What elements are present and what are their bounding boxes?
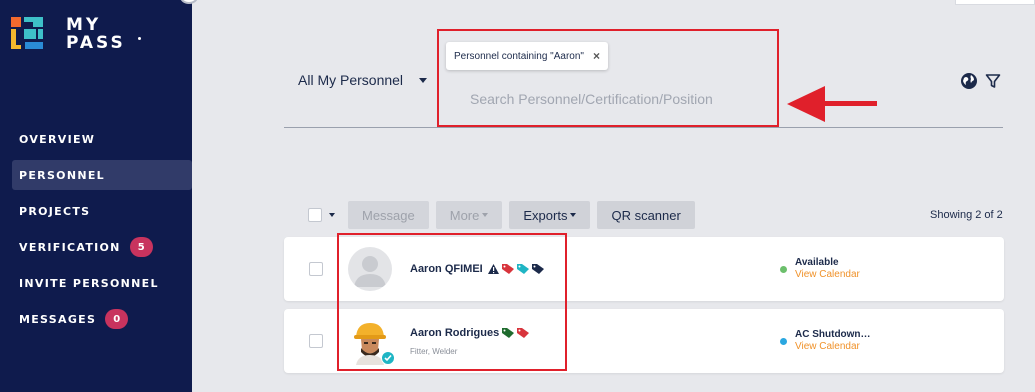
- sidebar-item-label: PERSONNEL: [19, 168, 105, 182]
- sidebar: MY PASS OVERVIEW PERSONNEL PROJECTS VERI…: [0, 0, 192, 392]
- mypass-logo[interactable]: MY PASS: [11, 15, 141, 55]
- list-toolbar: Message More Exports QR scanner: [308, 201, 702, 229]
- sidebar-item-messages[interactable]: MESSAGES 0: [12, 304, 192, 334]
- annotation-arrow-icon: [787, 86, 877, 122]
- filter-icon[interactable]: [985, 73, 1001, 89]
- annotation-highlight-results: [337, 233, 567, 371]
- header-divider: [284, 127, 1003, 128]
- annotation-highlight-search: [437, 29, 779, 127]
- view-calendar-link[interactable]: View Calendar: [795, 341, 860, 352]
- qr-scanner-button[interactable]: QR scanner: [597, 201, 695, 229]
- status-dot: [780, 338, 787, 345]
- logo-line1: MY: [66, 15, 102, 35]
- more-button[interactable]: More: [435, 201, 503, 229]
- sidebar-item-label: INVITE PERSONNEL: [19, 276, 159, 290]
- sidebar-item-overview[interactable]: OVERVIEW: [12, 124, 192, 154]
- chevron-down-icon: [482, 213, 489, 217]
- select-all-checkbox[interactable]: [308, 208, 322, 222]
- exports-button-label: Exports: [523, 207, 568, 223]
- logo-line2: PASS: [66, 33, 126, 53]
- result-count: Showing 2 of 2: [930, 209, 1003, 221]
- top-panel-edge: [955, 0, 1035, 5]
- exports-button[interactable]: Exports: [509, 201, 591, 229]
- chevron-down-icon: [570, 213, 577, 217]
- status-dot: [780, 266, 787, 273]
- sidebar-item-label: PROJECTS: [19, 204, 91, 218]
- message-button[interactable]: Message: [348, 201, 429, 229]
- messages-count-badge: 0: [105, 309, 129, 329]
- sidebar-item-personnel[interactable]: PERSONNEL: [12, 160, 192, 190]
- qr-scanner-label: QR scanner: [611, 207, 681, 223]
- message-button-label: Message: [362, 207, 415, 223]
- logo-mark-icon: [11, 17, 43, 49]
- header-actions: [960, 72, 1001, 90]
- sidebar-item-verification[interactable]: VERIFICATION 5: [12, 232, 192, 262]
- more-button-label: More: [449, 207, 480, 223]
- row-checkbox[interactable]: [309, 262, 323, 276]
- globe-icon[interactable]: [960, 72, 978, 90]
- sidebar-item-label: MESSAGES: [19, 312, 97, 326]
- sidebar-item-projects[interactable]: PROJECTS: [12, 196, 192, 226]
- status-label: Available: [795, 257, 839, 268]
- view-calendar-link[interactable]: View Calendar: [795, 269, 860, 280]
- logo-text: MY PASS: [66, 16, 126, 52]
- status-label: AC Shutdown…: [795, 329, 871, 340]
- logo-trademark: [138, 37, 141, 40]
- sidebar-nav: OVERVIEW PERSONNEL PROJECTS VERIFICATION…: [12, 124, 192, 340]
- sidebar-item-label: OVERVIEW: [19, 132, 96, 146]
- chevron-down-icon: [419, 77, 428, 83]
- sidebar-item-label: VERIFICATION: [19, 240, 121, 254]
- dropdown-value: All My Personnel: [298, 72, 404, 88]
- chevron-down-icon[interactable]: [329, 213, 335, 217]
- row-checkbox[interactable]: [309, 334, 323, 348]
- personnel-scope-dropdown[interactable]: All My Personnel: [298, 72, 428, 88]
- sidebar-item-invite-personnel[interactable]: INVITE PERSONNEL: [12, 268, 192, 298]
- verification-count-badge: 5: [129, 237, 153, 257]
